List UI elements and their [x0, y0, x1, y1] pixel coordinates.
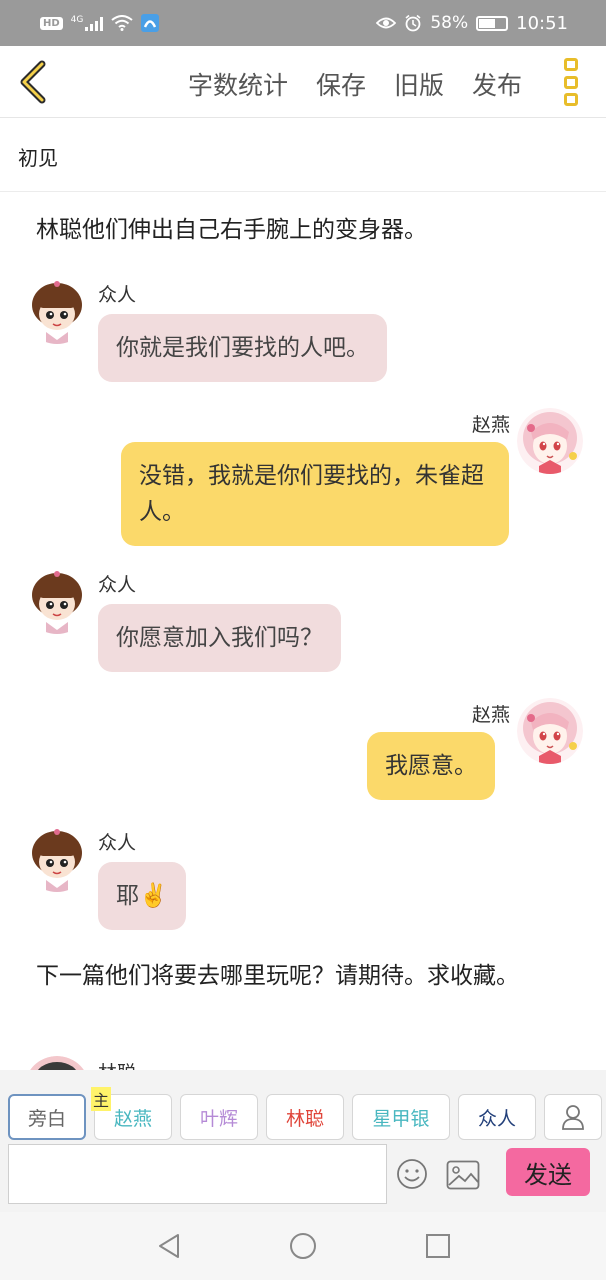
role-zhongren[interactable]: 众人 — [458, 1094, 536, 1140]
signal-icon: 4G — [71, 15, 104, 31]
wifi-icon — [111, 15, 133, 31]
chapter-title[interactable]: 初见 — [0, 118, 606, 192]
nav-recents-icon[interactable] — [425, 1232, 451, 1260]
app-notification-icon — [141, 14, 160, 32]
save-button[interactable]: 保存 — [316, 66, 366, 102]
toolbar-actions: 字数统计 保存 旧版 发布 — [188, 66, 522, 102]
emoji-icon[interactable] — [396, 1158, 428, 1190]
send-button[interactable]: 发送 — [506, 1148, 590, 1196]
nav-back-icon[interactable] — [156, 1232, 182, 1260]
nav-home-icon[interactable] — [289, 1232, 317, 1260]
chat-bubble-left[interactable]: 你就是我们要找的人吧。 — [98, 314, 387, 382]
chat-bubble-left[interactable]: 耶✌️ — [98, 862, 186, 930]
avatar-zhongren[interactable] — [24, 826, 90, 892]
role-narrator[interactable]: 旁白 — [8, 1094, 86, 1140]
role-label: 叶辉 — [199, 1107, 238, 1130]
add-role-button[interactable] — [544, 1094, 602, 1140]
main-role-tag: 主 — [91, 1087, 112, 1111]
editor-toolbar: 字数统计 保存 旧版 发布 — [0, 46, 606, 118]
narration-text[interactable]: 下一篇他们将要去哪里玩呢？请期待。求收藏。 — [36, 958, 566, 994]
avatar-zhaoyan[interactable] — [517, 698, 583, 764]
hd-badge: HD — [40, 16, 63, 30]
avatar-zhaoyan[interactable] — [517, 408, 583, 474]
chat-bubble-right[interactable]: 我愿意。 — [367, 732, 495, 800]
battery-percent: 58% — [430, 13, 469, 33]
back-arrow-icon[interactable] — [16, 58, 52, 106]
speaker-name: 众人 — [98, 832, 137, 854]
speaker-name: 众人 — [98, 574, 137, 596]
narration-text[interactable]: 林聪他们伸出自己右手腕上的变身器。 — [36, 212, 566, 248]
more-menu-icon[interactable] — [564, 58, 582, 106]
system-nav-bar — [0, 1212, 606, 1280]
speaker-name: 林聪 — [98, 1058, 136, 1070]
alarm-icon — [405, 14, 421, 32]
person-icon — [562, 1105, 584, 1130]
chat-bubble-left[interactable]: 你愿意加入我们吗？ — [98, 604, 341, 672]
role-lincong[interactable]: 林聪 — [266, 1094, 344, 1140]
role-label: 林聪 — [285, 1107, 324, 1130]
role-label: 星甲银 — [372, 1107, 430, 1130]
avatar-zhongren[interactable] — [24, 568, 90, 634]
role-label: 众人 — [477, 1107, 516, 1130]
status-bar: HD 4G 58% 10:51 — [0, 0, 606, 46]
speaker-name: 众人 — [98, 284, 137, 306]
message-input[interactable] — [8, 1144, 387, 1204]
word-count-button[interactable]: 字数统计 — [188, 66, 288, 102]
role-input-bar: 旁白 主 赵燕 叶辉 林聪 星甲银 众人 发送 — [0, 1070, 606, 1212]
speaker-name: 赵燕 — [471, 414, 510, 436]
eye-comfort-icon — [376, 17, 397, 29]
publish-button[interactable]: 发布 — [472, 66, 522, 102]
role-label: 旁白 — [27, 1107, 66, 1130]
battery-icon — [476, 15, 509, 31]
old-version-button[interactable]: 旧版 — [394, 66, 444, 102]
role-xingjiayin[interactable]: 星甲银 — [352, 1094, 450, 1140]
chat-bubble-right[interactable]: 没错，我就是你们要找的，朱雀超人。 — [121, 442, 509, 546]
speaker-name: 赵燕 — [471, 704, 510, 726]
chat-area[interactable]: 林聪他们伸出自己右手腕上的变身器。 众人 你就是我们要找的人吧。 赵燕 没错，我… — [0, 192, 606, 1070]
role-selector: 旁白 主 赵燕 叶辉 林聪 星甲银 众人 — [8, 1087, 602, 1140]
avatar-zhongren[interactable] — [24, 278, 90, 344]
image-icon[interactable] — [446, 1160, 480, 1190]
role-label: 赵燕 — [113, 1107, 152, 1130]
network-type: 4G — [70, 15, 84, 25]
avatar-lincong[interactable] — [24, 1056, 90, 1070]
clock: 10:51 — [516, 12, 568, 34]
role-zhaoyan[interactable]: 主 赵燕 — [91, 1087, 172, 1140]
role-yehui[interactable]: 叶辉 — [180, 1094, 258, 1140]
